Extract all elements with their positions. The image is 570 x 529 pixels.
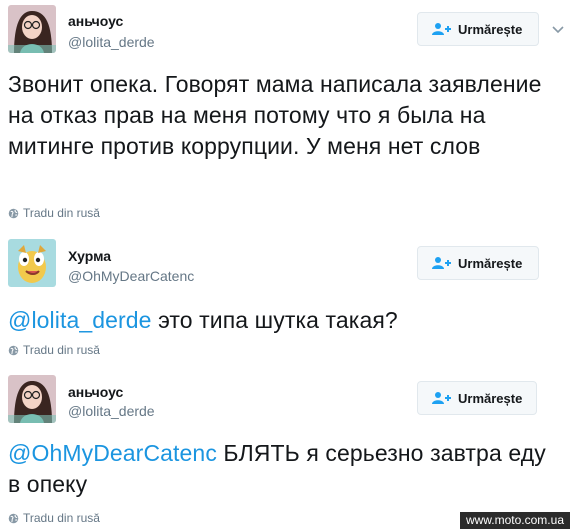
mention-link[interactable]: @lolita_derde <box>8 307 152 333</box>
user-plus-icon <box>432 391 452 405</box>
display-name[interactable]: аньчоус <box>68 13 123 29</box>
avatar[interactable] <box>8 5 56 53</box>
display-name[interactable]: Хурма <box>68 248 111 264</box>
tweet-body: это типа шутка такая? <box>151 307 398 333</box>
tweet-text: @lolita_derde это типа шутка такая? <box>8 305 564 336</box>
user-plus-icon <box>432 256 452 270</box>
tweet-text: Звонит опека. Говорят мама написала заяв… <box>8 69 564 162</box>
translate-link[interactable]: Tradu din rusă <box>8 511 100 525</box>
translate-label: Tradu din rusă <box>23 343 100 357</box>
globe-icon <box>8 208 19 218</box>
mention-link[interactable]: @OhMyDearCatenc <box>8 440 217 466</box>
globe-icon <box>8 345 19 355</box>
follow-button[interactable]: Urmărește <box>417 381 537 415</box>
avatar[interactable] <box>8 239 56 287</box>
user-plus-icon <box>432 22 452 36</box>
globe-icon <box>8 513 19 523</box>
watermark: www.moto.com.ua <box>459 512 570 529</box>
avatar[interactable] <box>8 375 56 423</box>
user-handle[interactable]: @lolita_derde <box>68 403 155 419</box>
user-handle[interactable]: @lolita_derde <box>68 34 155 50</box>
follow-label: Urmărește <box>458 21 523 37</box>
follow-button[interactable]: Urmărește <box>417 246 539 280</box>
translate-link[interactable]: Tradu din rusă <box>8 206 100 220</box>
display-name[interactable]: аньчоус <box>68 384 123 400</box>
chevron-down-icon[interactable] <box>552 22 564 34</box>
follow-label: Urmărește <box>458 390 523 406</box>
translate-link[interactable]: Tradu din rusă <box>8 343 100 357</box>
translate-label: Tradu din rusă <box>23 511 100 525</box>
follow-button[interactable]: Urmărește <box>417 12 539 46</box>
follow-label: Urmărește <box>458 255 523 271</box>
tweet-body: Звонит опека. Говорят мама написала заяв… <box>8 71 542 159</box>
user-handle[interactable]: @OhMyDearCatenc <box>68 268 194 284</box>
translate-label: Tradu din rusă <box>23 206 100 220</box>
tweet-text: @OhMyDearCatenc БЛЯТЬ я серьезно завтра … <box>8 438 564 500</box>
